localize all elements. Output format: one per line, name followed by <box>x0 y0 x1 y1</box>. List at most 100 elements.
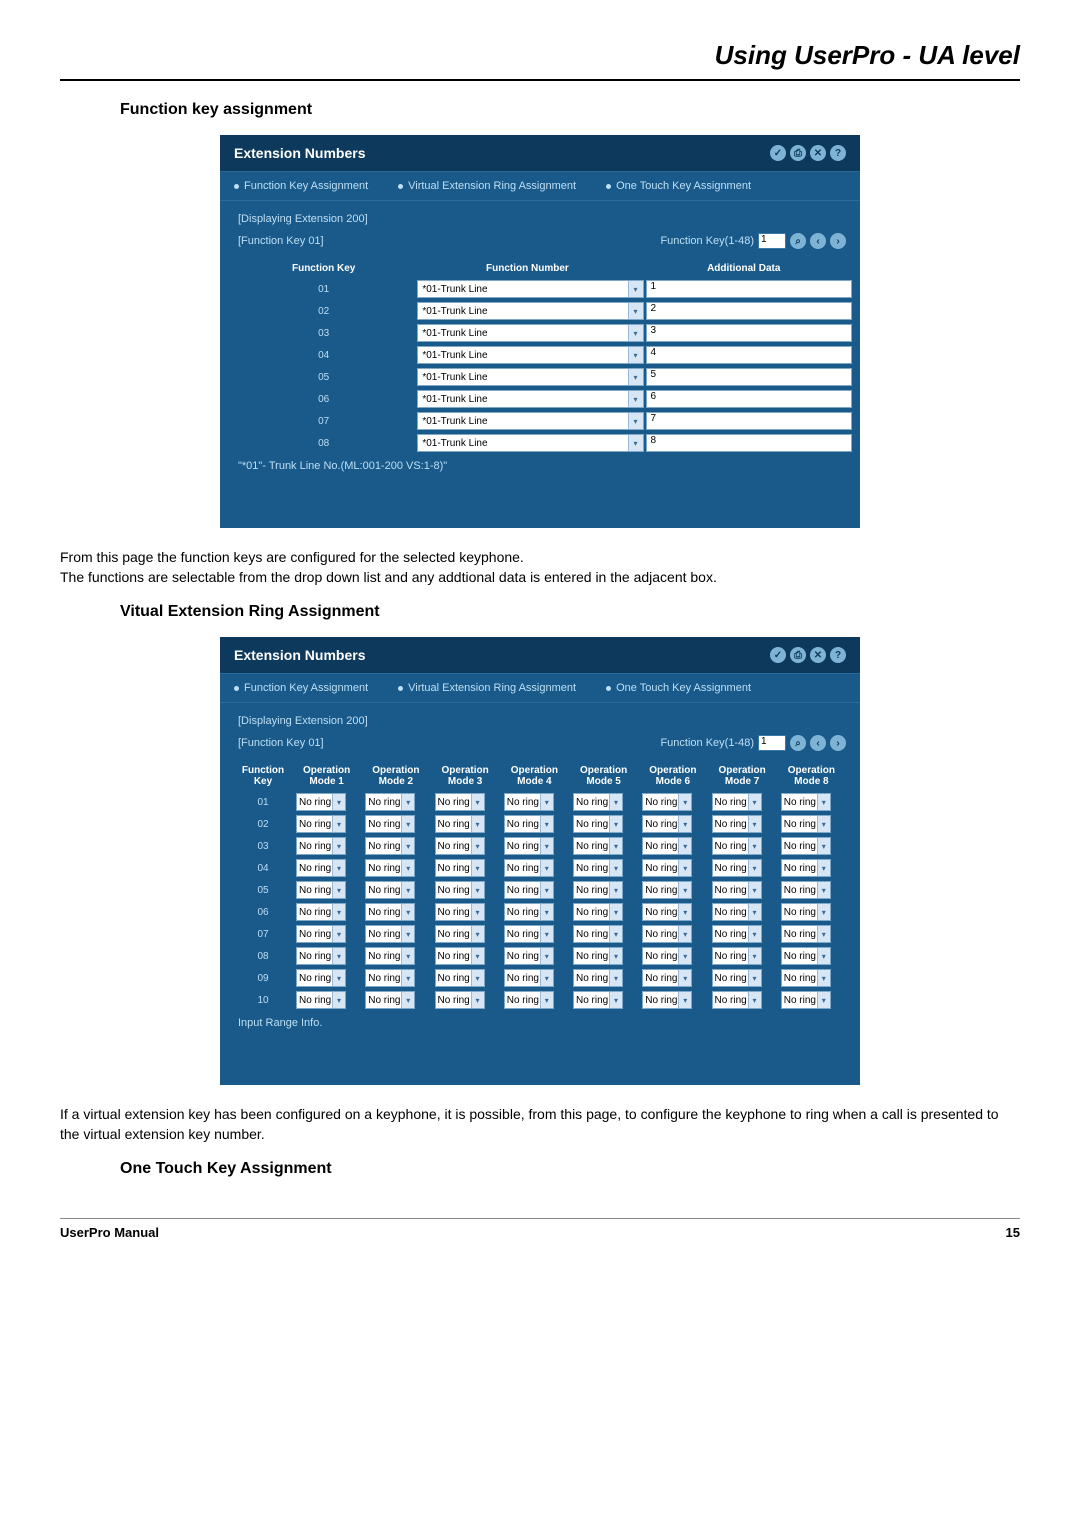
close-icon[interactable]: ✕ <box>810 647 826 663</box>
ring-select[interactable]: No ring▾ <box>573 925 623 943</box>
ring-select[interactable]: No ring▾ <box>781 947 831 965</box>
ring-select[interactable]: No ring▾ <box>504 947 554 965</box>
ring-select[interactable]: No ring▾ <box>296 881 346 899</box>
ring-select[interactable]: No ring▾ <box>435 991 485 1009</box>
ring-select[interactable]: No ring▾ <box>435 881 485 899</box>
ring-select[interactable]: No ring▾ <box>435 859 485 877</box>
ring-select[interactable]: No ring▾ <box>642 969 692 987</box>
ring-select[interactable]: No ring▾ <box>712 991 762 1009</box>
ring-select[interactable]: No ring▾ <box>712 881 762 899</box>
function-select[interactable]: *01-Trunk Line▾ <box>417 368 643 386</box>
ring-select[interactable]: No ring▾ <box>642 793 692 811</box>
ring-select[interactable]: No ring▾ <box>296 947 346 965</box>
ring-select[interactable]: No ring▾ <box>573 903 623 921</box>
ring-select[interactable]: No ring▾ <box>712 793 762 811</box>
additional-data-input[interactable]: 1 <box>646 280 852 298</box>
ring-select[interactable]: No ring▾ <box>712 837 762 855</box>
ring-select[interactable]: No ring▾ <box>435 815 485 833</box>
next-icon[interactable]: › <box>830 233 846 249</box>
ring-select[interactable]: No ring▾ <box>504 925 554 943</box>
ring-select[interactable]: No ring▾ <box>573 969 623 987</box>
ring-select[interactable]: No ring▾ <box>573 947 623 965</box>
additional-data-input[interactable]: 7 <box>646 412 852 430</box>
ring-select[interactable]: No ring▾ <box>435 793 485 811</box>
ring-select[interactable]: No ring▾ <box>365 925 415 943</box>
close-icon[interactable]: ✕ <box>810 145 826 161</box>
ring-select[interactable]: No ring▾ <box>781 859 831 877</box>
check-icon[interactable]: ✓ <box>770 647 786 663</box>
tab-function-key[interactable]: Function Key Assignment <box>234 180 368 192</box>
ring-select[interactable]: No ring▾ <box>712 859 762 877</box>
function-select[interactable]: *01-Trunk Line▾ <box>417 324 643 342</box>
tab-virtual-ext[interactable]: Virtual Extension Ring Assignment <box>398 180 576 192</box>
ring-select[interactable]: No ring▾ <box>781 837 831 855</box>
tab-one-touch[interactable]: One Touch Key Assignment <box>606 682 751 694</box>
ring-select[interactable]: No ring▾ <box>365 815 415 833</box>
ring-select[interactable]: No ring▾ <box>712 903 762 921</box>
ring-select[interactable]: No ring▾ <box>642 881 692 899</box>
ring-select[interactable]: No ring▾ <box>435 925 485 943</box>
tab-function-key[interactable]: Function Key Assignment <box>234 682 368 694</box>
ring-select[interactable]: No ring▾ <box>573 837 623 855</box>
function-select[interactable]: *01-Trunk Line▾ <box>417 302 643 320</box>
additional-data-input[interactable]: 4 <box>646 346 852 364</box>
nav-page-input[interactable]: 1 <box>758 233 786 249</box>
ring-select[interactable]: No ring▾ <box>781 881 831 899</box>
ring-select[interactable]: No ring▾ <box>504 969 554 987</box>
ring-select[interactable]: No ring▾ <box>296 837 346 855</box>
ring-select[interactable]: No ring▾ <box>296 969 346 987</box>
ring-select[interactable]: No ring▾ <box>642 837 692 855</box>
ring-select[interactable]: No ring▾ <box>642 859 692 877</box>
ring-select[interactable]: No ring▾ <box>296 859 346 877</box>
zoom-icon[interactable]: ⌕ <box>790 735 806 751</box>
ring-select[interactable]: No ring▾ <box>642 903 692 921</box>
ring-select[interactable]: No ring▾ <box>573 991 623 1009</box>
ring-select[interactable]: No ring▾ <box>573 859 623 877</box>
ring-select[interactable]: No ring▾ <box>365 903 415 921</box>
additional-data-input[interactable]: 2 <box>646 302 852 320</box>
ring-select[interactable]: No ring▾ <box>781 903 831 921</box>
ring-select[interactable]: No ring▾ <box>712 925 762 943</box>
additional-data-input[interactable]: 6 <box>646 390 852 408</box>
ring-select[interactable]: No ring▾ <box>642 815 692 833</box>
ring-select[interactable]: No ring▾ <box>573 793 623 811</box>
ring-select[interactable]: No ring▾ <box>365 991 415 1009</box>
additional-data-input[interactable]: 8 <box>646 434 852 452</box>
ring-select[interactable]: No ring▾ <box>365 793 415 811</box>
ring-select[interactable]: No ring▾ <box>504 837 554 855</box>
ring-select[interactable]: No ring▾ <box>573 881 623 899</box>
ring-select[interactable]: No ring▾ <box>365 837 415 855</box>
ring-select[interactable]: No ring▾ <box>504 859 554 877</box>
ring-select[interactable]: No ring▾ <box>573 815 623 833</box>
ring-select[interactable]: No ring▾ <box>504 991 554 1009</box>
ring-select[interactable]: No ring▾ <box>365 947 415 965</box>
additional-data-input[interactable]: 5 <box>646 368 852 386</box>
ring-select[interactable]: No ring▾ <box>642 991 692 1009</box>
ring-select[interactable]: No ring▾ <box>296 925 346 943</box>
ring-select[interactable]: No ring▾ <box>712 815 762 833</box>
ring-select[interactable]: No ring▾ <box>712 969 762 987</box>
ring-select[interactable]: No ring▾ <box>435 903 485 921</box>
ring-select[interactable]: No ring▾ <box>365 859 415 877</box>
ring-select[interactable]: No ring▾ <box>435 837 485 855</box>
function-select[interactable]: *01-Trunk Line▾ <box>417 390 643 408</box>
ring-select[interactable]: No ring▾ <box>781 991 831 1009</box>
ring-select[interactable]: No ring▾ <box>781 925 831 943</box>
nav-page-input[interactable]: 1 <box>758 735 786 751</box>
prev-icon[interactable]: ‹ <box>810 233 826 249</box>
ring-select[interactable]: No ring▾ <box>712 947 762 965</box>
print-icon[interactable]: ⎙ <box>790 647 806 663</box>
ring-select[interactable]: No ring▾ <box>365 969 415 987</box>
ring-select[interactable]: No ring▾ <box>781 815 831 833</box>
function-select[interactable]: *01-Trunk Line▾ <box>417 280 643 298</box>
ring-select[interactable]: No ring▾ <box>781 969 831 987</box>
ring-select[interactable]: No ring▾ <box>296 815 346 833</box>
ring-select[interactable]: No ring▾ <box>504 793 554 811</box>
next-icon[interactable]: › <box>830 735 846 751</box>
ring-select[interactable]: No ring▾ <box>296 793 346 811</box>
zoom-icon[interactable]: ⌕ <box>790 233 806 249</box>
ring-select[interactable]: No ring▾ <box>296 991 346 1009</box>
ring-select[interactable]: No ring▾ <box>642 925 692 943</box>
check-icon[interactable]: ✓ <box>770 145 786 161</box>
ring-select[interactable]: No ring▾ <box>365 881 415 899</box>
